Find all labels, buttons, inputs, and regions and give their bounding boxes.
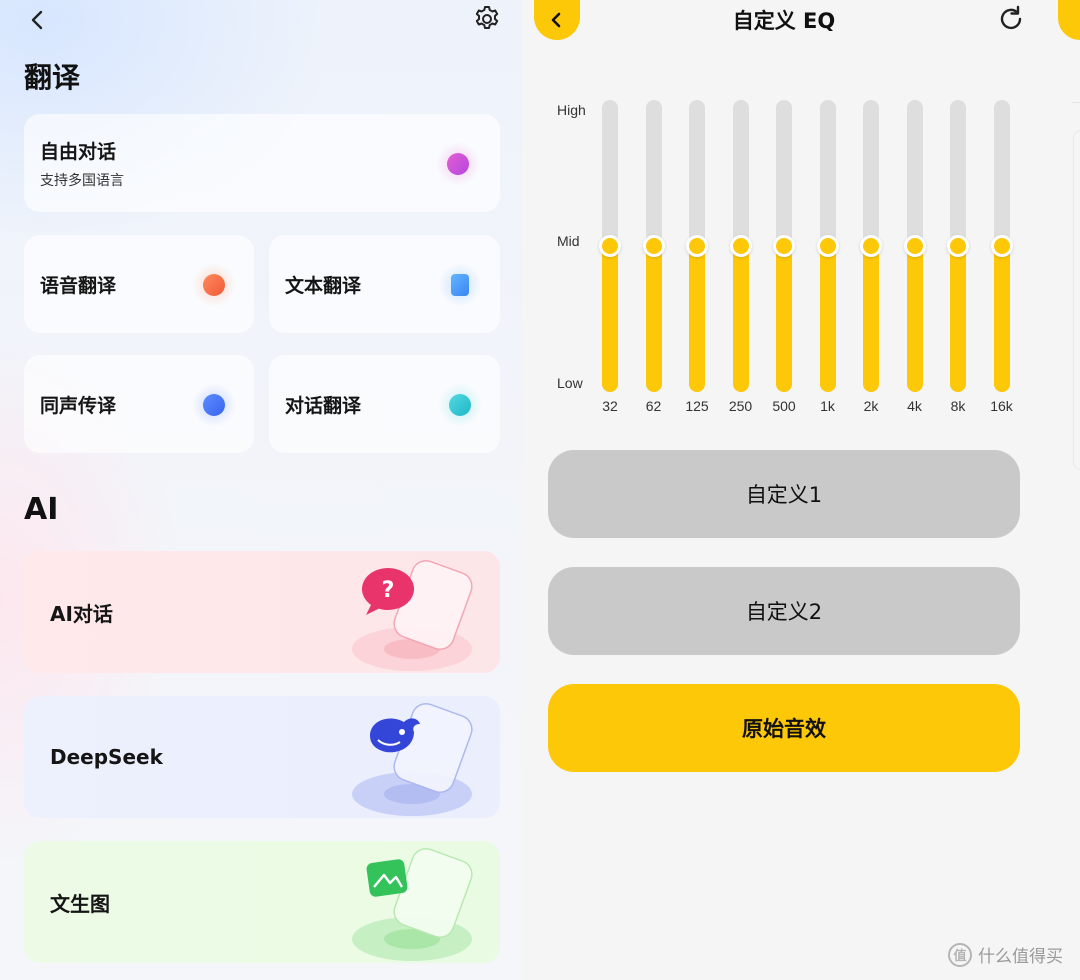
deepseek-card[interactable]: DeepSeek <box>24 696 500 818</box>
voice-translate-card[interactable]: 语音翻译 <box>24 235 254 333</box>
eq-slider-fill <box>863 246 879 392</box>
back-button[interactable] <box>24 6 52 34</box>
deepseek-label: DeepSeek <box>50 745 163 769</box>
eq-band-label: 1k <box>820 398 835 414</box>
eq-band-label: 4k <box>907 398 922 414</box>
whale-icon <box>352 703 473 816</box>
document-icon <box>438 263 482 307</box>
text-translate-card[interactable]: 文本翻译 <box>269 235 500 333</box>
translate-section-title: 翻译 <box>24 61 81 94</box>
preset-custom-2-button[interactable]: 自定义2 <box>548 567 1020 655</box>
eq-panel: 自定义 EQ High Mid Low 32 62 125 250 500 1k 2k 4k 8… <box>522 0 1080 980</box>
eq-slider-fill <box>993 246 1010 392</box>
text-to-image-card[interactable]: 文生图 <box>24 841 500 963</box>
eq-band-label: 125 <box>685 398 709 414</box>
eq-slider-handle[interactable] <box>903 235 926 257</box>
dialog-translate-label: 对话翻译 <box>285 394 362 417</box>
watermark-logo: 值 <box>948 942 972 967</box>
eq-band-label: 2k <box>863 398 879 414</box>
translate-panel: 翻译 自由对话 支持多国语言 语音翻译 文本翻译 同声传译 对话翻译 AI AI… <box>0 0 522 980</box>
eq-slider-handle[interactable] <box>686 235 708 257</box>
settings-button[interactable] <box>470 2 504 36</box>
ai-section-title: AI <box>24 492 59 527</box>
ai-chat-card[interactable]: AI对话 ? <box>24 551 500 673</box>
eq-band-label: 8k <box>950 398 966 414</box>
watermark: 值 什么值得买 <box>948 942 1063 967</box>
chat-lines-icon <box>438 383 482 427</box>
voice-translate-label: 语音翻译 <box>40 274 117 297</box>
eq-slider-fill <box>906 246 923 392</box>
eq-slider-fill <box>776 246 792 392</box>
eq-slider-fill <box>819 246 836 392</box>
free-dialog-subtitle: 支持多国语言 <box>40 172 124 189</box>
watermark-text: 什么值得买 <box>978 947 1063 967</box>
eq-sliders: 32 62 125 250 500 1k 2k 4k 8k 16k <box>522 0 1080 430</box>
svg-text:?: ? <box>382 578 395 603</box>
eq-band-label: 62 <box>645 398 662 414</box>
free-dialog-label: 自由对话 <box>40 140 117 163</box>
eq-slider-fill <box>602 246 618 392</box>
preset-original-button[interactable]: 原始音效 <box>548 684 1020 772</box>
ai-chat-label: AI对话 <box>50 601 113 626</box>
simultaneous-interpret-card[interactable]: 同声传译 <box>24 355 254 453</box>
eq-band-label: 500 <box>772 398 796 414</box>
free-dialog-card[interactable]: 自由对话 支持多国语言 <box>24 114 500 212</box>
eq-slider-handle[interactable] <box>816 235 839 257</box>
eq-slider-fill <box>645 246 662 392</box>
chevron-left-icon <box>31 10 43 30</box>
eq-slider-fill <box>950 246 966 392</box>
preset-custom-1-button[interactable]: 自定义1 <box>548 450 1020 538</box>
text-to-image-label: 文生图 <box>50 891 110 916</box>
image-icon <box>352 848 473 961</box>
eq-slider-handle[interactable] <box>729 235 752 257</box>
eq-slider-fill <box>689 246 705 392</box>
eq-slider-handle[interactable] <box>642 235 665 257</box>
question-bubble-icon: ? <box>352 560 473 671</box>
chat-bubble-icon <box>192 383 236 427</box>
eq-band-label: 16k <box>990 398 1013 414</box>
eq-band-label: 32 <box>602 398 618 414</box>
eq-slider-handle[interactable] <box>773 235 795 257</box>
eq-slider-handle[interactable] <box>599 235 621 257</box>
gear-icon <box>475 6 499 29</box>
eq-slider-handle[interactable] <box>990 235 1013 257</box>
eq-slider-handle[interactable] <box>947 235 969 257</box>
dialog-translate-card[interactable]: 对话翻译 <box>269 355 500 453</box>
chat-smile-icon <box>436 142 480 186</box>
voice-wave-icon <box>192 263 236 307</box>
eq-slider-fill <box>732 246 749 392</box>
eq-band-label: 250 <box>728 398 753 414</box>
eq-slider-handle[interactable] <box>860 235 882 257</box>
text-translate-label: 文本翻译 <box>285 274 362 297</box>
simultaneous-interpret-label: 同声传译 <box>40 394 117 417</box>
